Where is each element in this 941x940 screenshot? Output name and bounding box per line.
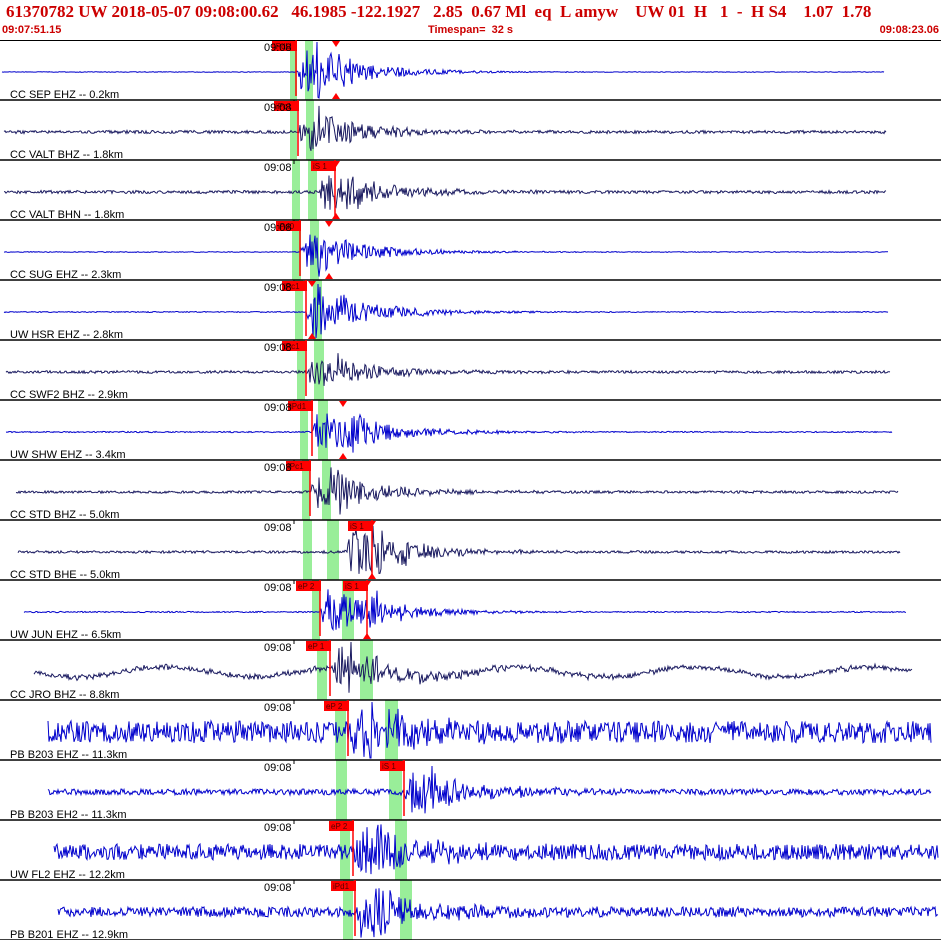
arrival-marker	[332, 213, 340, 219]
end-time-label: 09:08:23.06	[879, 24, 939, 36]
arrival-marker	[332, 41, 340, 47]
waveform-trace	[53, 824, 939, 875]
time-tick-label: 09:08	[264, 102, 292, 114]
station-label: UW FL2 EHZ -- 12.2km	[10, 869, 125, 881]
pick-label: iS 1	[345, 582, 359, 591]
pick-window-bands	[290, 40, 412, 940]
station-label: CC SWF2 BHZ -- 2.9km	[10, 389, 128, 401]
arrival-marker	[325, 273, 333, 279]
waveform-trace	[5, 353, 891, 386]
arrival-marker	[332, 93, 340, 99]
pick-label: iS 1	[382, 762, 396, 771]
waveform-trace	[47, 765, 932, 814]
station-label: UW JUN EHZ -- 6.5km	[10, 629, 121, 641]
waveform-trace	[33, 641, 913, 693]
time-tick-label: 09:08	[264, 582, 292, 594]
station-label: CC JRO BHZ -- 8.8km	[10, 689, 119, 701]
waveform-trace	[3, 283, 889, 339]
station-label: CC VALT BHN -- 1.8km	[10, 209, 124, 221]
arrival-marker	[325, 221, 333, 227]
event-header: 61370782 UW 2018-05-07 09:08:00.62 46.19…	[0, 0, 941, 40]
time-tick-label: 09:08	[264, 222, 292, 234]
station-label: PB B201 EHZ -- 12.9km	[10, 929, 128, 940]
station-label: CC SUG EHZ -- 2.3km	[10, 269, 121, 281]
pick-window-band	[327, 520, 339, 580]
waveform-trace	[23, 589, 907, 632]
waveform-trace	[3, 175, 887, 210]
pick-label: iPd1	[290, 402, 307, 411]
pick-label: eP 1	[308, 642, 325, 651]
pick-window-band	[336, 760, 347, 820]
station-label: CC STD BHE -- 5.0km	[10, 569, 120, 581]
time-tick-label: 09:08	[264, 42, 292, 54]
timespan-label: Timespan= 32 s	[427, 24, 514, 36]
station-label: CC SEP EHZ -- 0.2km	[10, 89, 119, 101]
arrival-marker	[339, 401, 347, 407]
station-label: UW SHW EHZ -- 3.4km	[10, 449, 126, 461]
waveform-trace	[15, 467, 899, 515]
time-tick-label: 09:08	[264, 402, 292, 414]
time-tick-label: 09:08	[264, 522, 292, 534]
station-label: UW HSR EHZ -- 2.8km	[10, 329, 123, 341]
pick-label: eP 2	[298, 582, 315, 591]
pick-label: eP 2	[331, 822, 348, 831]
station-label: PB B203 EH2 -- 11.3km	[10, 809, 127, 821]
pick-window-band	[303, 520, 312, 580]
time-tick-label: 09:08	[264, 282, 292, 294]
arrival-marker	[368, 573, 376, 579]
time-tick-label: 09:08	[264, 642, 292, 654]
pick-label: iS 1	[350, 522, 364, 531]
time-tick-label: 09:08	[264, 342, 292, 354]
waveform-trace	[17, 525, 901, 574]
seismogram-traces	[1, 41, 939, 938]
time-tick-label: 09:08	[264, 762, 292, 774]
event-title: 61370782 UW 2018-05-07 09:08:00.62 46.19…	[6, 2, 872, 21]
waveform-trace	[1, 41, 885, 99]
waveform-trace	[3, 105, 887, 152]
pick-label: eP 2	[326, 702, 343, 711]
arrival-marker	[363, 633, 371, 639]
waveform-trace	[3, 234, 889, 277]
station-label: CC STD BHZ -- 5.0km	[10, 509, 119, 521]
arrival-marker	[339, 453, 347, 459]
seismogram-plot: iPdUiPc1iS 1iPd0iPc1iPc1iPd1iPc1iS 1eP 2…	[0, 40, 941, 940]
pick-window-band	[292, 160, 300, 220]
time-tick-label: 09:08	[264, 822, 292, 834]
waveform-trace	[5, 413, 893, 453]
station-label: CC VALT BHZ -- 1.8km	[10, 149, 123, 161]
pick-label: iS 1	[313, 162, 327, 171]
time-tick-label: 09:08	[264, 882, 292, 894]
pick-label: iPd1	[333, 882, 350, 891]
time-tick-label: 09:08	[264, 702, 292, 714]
station-label: PB B203 EHZ -- 11.3km	[10, 749, 127, 761]
time-tick-label: 09:08	[264, 462, 292, 474]
waveform-trace	[47, 701, 932, 759]
waveform-trace	[57, 888, 939, 938]
time-tick-label: 09:08	[264, 162, 292, 174]
